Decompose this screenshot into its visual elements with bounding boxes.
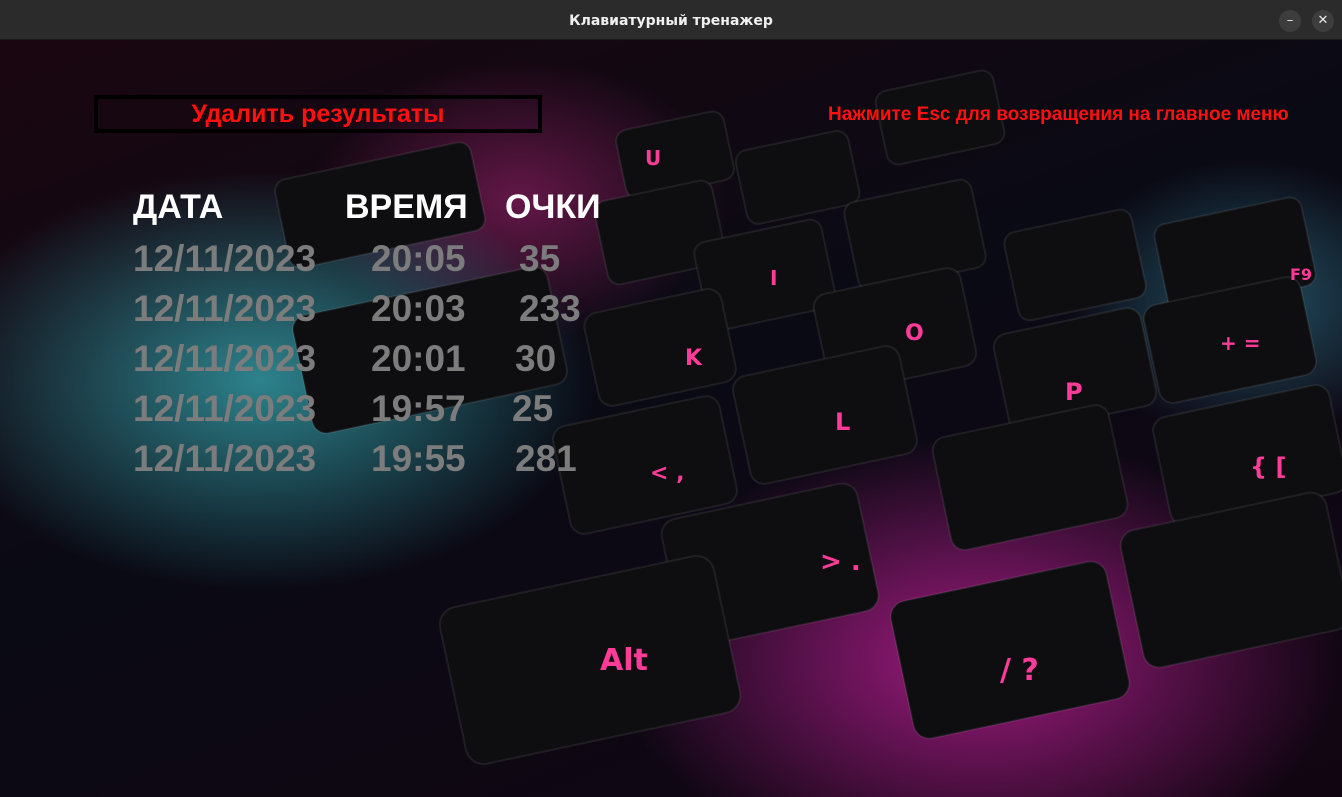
- result-date: 12/11/2023: [133, 288, 317, 329]
- column-header-date: ДАТА: [133, 188, 224, 226]
- key-legend: { [: [1250, 453, 1286, 481]
- result-date: 12/11/2023: [133, 388, 317, 429]
- keycap: [1003, 208, 1147, 322]
- result-score: 281: [515, 438, 577, 479]
- result-score: 25: [512, 388, 554, 429]
- key-legend: Alt: [600, 643, 648, 678]
- key-legend: K: [685, 346, 703, 371]
- column-header-score: ОЧКИ: [505, 188, 601, 226]
- key-legend: > .: [820, 547, 861, 577]
- key-legend: O: [905, 321, 924, 346]
- keycap: [583, 288, 737, 407]
- app-window: Клавиатурный тренажер – ✕ U I O K L P Al…: [0, 0, 1342, 797]
- column-header-time: ВРЕМЯ: [345, 188, 468, 226]
- esc-hint-text: Нажмите Esc для возвращения на главное м…: [828, 104, 1289, 125]
- result-time: 20:01: [371, 338, 466, 379]
- keycap: [931, 404, 1129, 551]
- title-bar[interactable]: Клавиатурный тренажер – ✕: [0, 0, 1342, 40]
- key-legend: + =: [1220, 331, 1260, 355]
- keycap: [734, 129, 861, 225]
- keycap: [732, 345, 918, 485]
- window-title: Клавиатурный тренажер: [569, 13, 773, 29]
- result-score: 35: [519, 238, 561, 279]
- result-score: 233: [519, 288, 581, 329]
- result-time: 20:05: [371, 238, 466, 279]
- results-screen: U I O K L P Alt / ? + = F9 { [ < , > . У…: [0, 40, 1342, 797]
- close-button[interactable]: ✕: [1312, 10, 1334, 32]
- key-legend: / ?: [1000, 653, 1039, 688]
- result-score: 30: [515, 338, 557, 379]
- delete-results-button[interactable]: Удалить результаты: [94, 95, 542, 133]
- result-date: 12/11/2023: [133, 438, 317, 479]
- keycap: [889, 560, 1131, 740]
- minimize-button[interactable]: –: [1279, 10, 1301, 32]
- result-time: 19:55: [371, 438, 466, 479]
- result-time: 20:03: [371, 288, 466, 329]
- key-legend: P: [1065, 378, 1083, 406]
- keycap: [438, 554, 742, 766]
- result-date: 12/11/2023: [133, 238, 317, 279]
- result-date: 12/11/2023: [133, 338, 317, 379]
- keycap: [1119, 491, 1342, 669]
- key-legend: < ,: [650, 461, 684, 486]
- key-legend: F9: [1290, 265, 1312, 284]
- result-time: 19:57: [371, 388, 466, 429]
- key-legend: I: [770, 266, 777, 290]
- key-legend: L: [835, 408, 850, 436]
- key-legend: U: [645, 146, 661, 170]
